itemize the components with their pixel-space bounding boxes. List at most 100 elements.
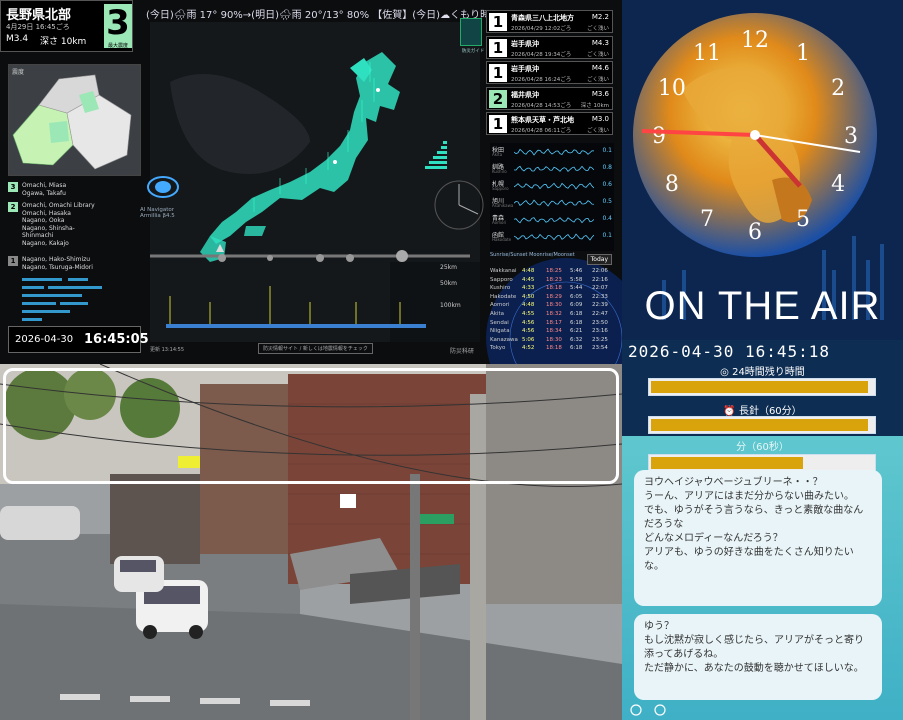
moonrise: 6:09 (570, 302, 583, 309)
sunrise: 4:48 (522, 268, 535, 274)
seismograph-row: 釧路 Kushiro 0.8 (490, 162, 614, 175)
quake-time: 2026/04/28 14:53ごろ (511, 102, 572, 109)
quake-intensity: 1 (489, 38, 507, 57)
clock-number: 6 (748, 220, 762, 245)
epicenter-magnitude: M3.4 (6, 34, 29, 44)
earthquake-card[interactable]: 2 福井県沖 M3.6 2026/04/28 14:53ごろ 深さ 10km (486, 86, 613, 110)
city-name: Wakkanai (490, 268, 517, 274)
ai-navigator-icon[interactable] (146, 175, 180, 199)
sunrise: 4:52 (522, 345, 535, 352)
seismograph-row: 札幌 Sapporo 0.6 (490, 179, 614, 192)
moonset: 23:50 (592, 319, 608, 326)
quake-depth: ごく浅い (586, 128, 609, 134)
today-button[interactable]: Today (586, 254, 612, 265)
depth-tick: 100km (440, 302, 461, 309)
quake-place: 岩手県沖 (511, 39, 539, 48)
epicenter-time: 4月29日 16:45ごろ (6, 23, 70, 31)
clock-number: 5 (796, 207, 810, 232)
city-name: Aomori (490, 302, 510, 309)
station-romaji: Sapporo (492, 186, 509, 191)
quake-depth: ごく浅い (586, 26, 609, 32)
clock-number: 12 (741, 28, 769, 53)
quake-depth: 深さ 10km (580, 102, 609, 109)
sunrise: 4:48 (522, 302, 535, 309)
quake-time: 2026/04/28 16:24ごろ (511, 77, 572, 83)
on-air-title: ON THE AIR (644, 284, 881, 328)
waveform (514, 182, 594, 190)
quake-magnitude: M2.2 (591, 13, 609, 21)
sun-moon-row: Sapporo 4:45 18:23 5:58 22:16 (490, 277, 614, 284)
bar-label-minute: 分（60秒） (736, 442, 789, 453)
intensity-group-2: 2 Omachi, Omachi Library Omachi, Hasaka … (8, 202, 138, 252)
sunset: 18:30 (546, 336, 562, 343)
sun-moon-row: Tokyo 4:52 18:18 6:18 23:54 (490, 345, 614, 352)
disaster-guide-icon[interactable] (460, 18, 482, 46)
moonrise: 6:18 (570, 311, 583, 317)
intensity-group-1: 1 Nagano, Hako-Shimizu Nagano, Tsuruga-M… (8, 256, 138, 272)
chat-footer-icons (630, 704, 666, 716)
clock-number: 9 (652, 124, 666, 149)
station-romaji: Asahikawa (492, 203, 514, 208)
seismograph-panel: 秋田 Akita 0.1 釧路 Kushiro 0.8 札幌 Sapporo 0.6 旭川 Asah… (490, 143, 614, 251)
depth-timeline (150, 244, 470, 262)
intensity-histogram (425, 141, 447, 169)
car-parked (0, 506, 80, 540)
sun-moon-header: Sunrise/Sunset Moonrise/Moonset (490, 252, 575, 258)
prefecture-map: 震度 (8, 64, 141, 176)
earthquake-card[interactable]: 1 岩手県沖 M4.6 2026/04/28 16:24ごろ ごく浅い (486, 61, 613, 84)
earthquake-card[interactable]: 1 熊本県天草・芦北地 M3.0 2026/04/28 06:11ごろ ごく浅い (486, 112, 613, 135)
quake-magnitude: M4.3 (591, 38, 609, 47)
progress-bar-hour (648, 416, 876, 434)
moonrise: 6:18 (570, 319, 583, 326)
earthquake-card[interactable]: 1 岩手県沖 M4.3 2026/04/28 19:34ごろ ごく浅い (486, 35, 613, 59)
sunset: 18:29 (546, 293, 562, 300)
sunset: 18:34 (546, 328, 562, 335)
epicenter-region: 長野県北部 (6, 8, 72, 23)
moonset: 23:16 (592, 328, 608, 335)
quake-time: 2026/04/28 06:11ごろ (511, 128, 572, 134)
moonrise: 6:21 (570, 328, 583, 335)
car-white-sedan (114, 556, 164, 592)
moonset: 23:25 (592, 336, 608, 343)
moonset: 22:07 (592, 285, 608, 292)
sunrise: 4:55 (522, 311, 535, 317)
info-site-button[interactable]: 防災情報サイト / 新しくは地震情報をチェック (258, 343, 373, 354)
sunrise: 4:56 (522, 328, 535, 335)
quake-intensity: 1 (489, 115, 507, 133)
weather-ticker: (今日)🌧雨 17° 90%→(明日)🌧雨 20°/13° 80% 【佐賀】(今… (146, 10, 486, 21)
progress-bar-24h (648, 378, 876, 396)
sunset: 18:32 (546, 311, 562, 317)
sunset: 18:18 (546, 345, 562, 352)
quake-magnitude: M4.6 (591, 64, 609, 72)
sun-moon-row: Kushiro 4:33 18:18 5:44 22:07 (490, 285, 614, 292)
quake-depth: ごく浅い (586, 51, 609, 58)
sunrise: 4:50 (522, 293, 535, 300)
quake-intensity: 1 (489, 13, 507, 31)
prefecture-map-title: 震度 (12, 69, 25, 76)
clock-number: 7 (700, 207, 714, 232)
station-romaji: Aomori (492, 220, 507, 225)
sun-moon-row: Sendai 4:56 18:17 6:18 23:50 (490, 320, 614, 327)
clock-number: 1 (796, 41, 810, 66)
sunset: 18:18 (546, 285, 562, 292)
location-list: Nagano, Hako-Shimizu Nagano, Tsuruga-Mid… (22, 256, 93, 271)
sun-moon-row: Kanazawa 5:06 18:30 6:32 23:25 (490, 337, 614, 344)
waveform (514, 148, 594, 156)
earthquake-card[interactable]: 1 青森県三八上北地方 M2.2 2026/04/29 12:02ごろ ごく浅い (486, 10, 613, 33)
highlight-frame (3, 368, 619, 484)
seismograph-row: 旭川 Asahikawa 0.5 (490, 196, 614, 209)
quake-place: 熊本県天草・芦北地 (511, 116, 574, 124)
waveform (514, 233, 594, 241)
progress-fill-24h (651, 381, 869, 393)
source-label: 防災科研 (450, 348, 475, 355)
dashboard-clock: 2026-04-30 16:45:05 (8, 326, 149, 353)
station-markers (166, 286, 426, 328)
quake-place: 青森県三八上北地方 (511, 14, 574, 22)
prefecture-map-shapes (12, 74, 132, 170)
sunset: 18:17 (546, 319, 562, 326)
moonrise: 6:05 (570, 293, 583, 300)
sun-moon-row: Hakodate 4:50 18:29 6:05 22:33 (490, 294, 614, 301)
seismograph-row: 秋田 Akita 0.1 (490, 145, 614, 158)
settings-icon (630, 704, 642, 716)
bar-label-hour: ⏰ 長針（60分） (723, 406, 802, 417)
